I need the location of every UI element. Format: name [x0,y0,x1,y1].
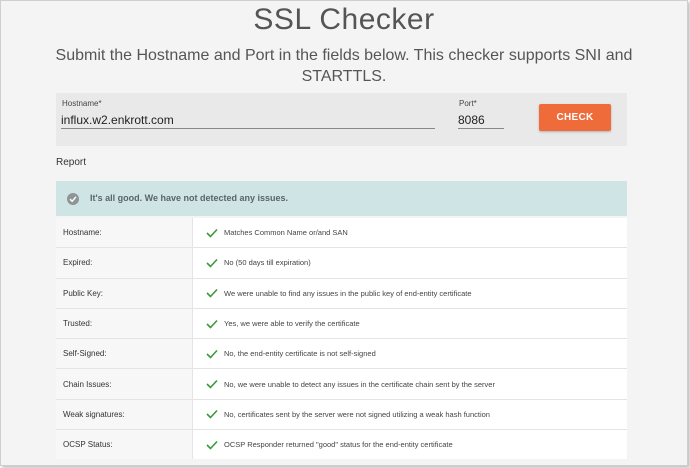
row-key: Hostname: [56,218,193,248]
row-value-text: No (50 days till expiration) [224,258,311,268]
row-value-text: No, the end-entity certificate is not se… [224,349,376,359]
checkmark-icon [206,440,218,450]
row-key: Self-Signed: [56,339,193,369]
status-message: It's all good. We have not detected any … [90,193,289,203]
port-input[interactable] [458,112,504,129]
row-value: OCSP Responder returned "good" status fo… [194,430,627,459]
checkmark-icon [206,258,218,268]
row-value-text: Matches Common Name or/and SAN [224,228,348,238]
row-key: Trusted: [56,308,193,339]
table-row: Weak signatures: No, certificates sent b… [56,398,627,430]
page-title: SSL Checker [253,3,435,36]
row-value-text: No, we were unable to detect any issues … [224,379,495,389]
row-value-text: Yes, we were able to verify the certific… [224,319,360,329]
table-row: Self-Signed: No, the end-entity certific… [56,338,627,369]
table-row: Hostname: Matches Common Name or/and SAN [56,218,627,248]
row-value: No (50 days till expiration) [194,248,627,277]
status-banner: It's all good. We have not detected any … [56,181,627,216]
hostname-label: Hostname* [62,99,102,108]
checkmark-icon [206,410,218,420]
checkmark-icon [206,319,218,329]
row-value-text: We were unable to find any issues in the… [224,288,472,298]
row-value-text: OCSP Responder returned "good" status fo… [224,440,453,450]
check-button[interactable]: CHECK [539,104,611,131]
row-value: No, we were unable to detect any issues … [194,369,627,398]
table-row: Chain Issues: No, we were unable to dete… [56,368,627,399]
row-key: Public Key: [56,278,193,308]
check-circle-icon [67,193,79,205]
row-value: Yes, we were able to verify the certific… [194,309,627,338]
table-row: OCSP Status: OCSP Responder returned "go… [56,429,627,460]
table-row: Public Key: We were unable to find any i… [56,277,627,308]
checkmark-icon [206,349,218,359]
report-table: Hostname: Matches Common Name or/and SAN… [56,218,627,460]
row-value: We were unable to find any issues in the… [194,279,627,308]
row-value: No, certificates sent by the server were… [194,400,627,429]
hostname-input[interactable] [61,112,435,129]
ssl-checker-page: SSL Checker Submit the Hostname and Port… [0,0,688,466]
checkmark-icon [206,228,218,238]
row-key: Expired: [56,248,193,278]
row-key: OCSP Status: [56,430,193,460]
row-value: No, the end-entity certificate is not se… [194,339,627,368]
port-label: Port* [459,99,477,108]
table-row: Expired: No (50 days till expiration) [56,247,627,278]
page-subtitle: Submit the Hostname and Port in the fiel… [55,47,633,85]
table-row: Trusted: Yes, we were able to verify the… [56,307,627,339]
row-key: Weak signatures: [56,399,193,430]
checkmark-icon [206,289,218,298]
checker-form: Hostname* Port* CHECK [56,93,627,146]
row-key: Chain Issues: [56,369,193,399]
checkmark-icon [206,380,218,389]
row-value: Matches Common Name or/and SAN [194,218,627,247]
report-heading: Report [56,157,87,168]
row-value-text: No, certificates sent by the server were… [224,409,490,419]
